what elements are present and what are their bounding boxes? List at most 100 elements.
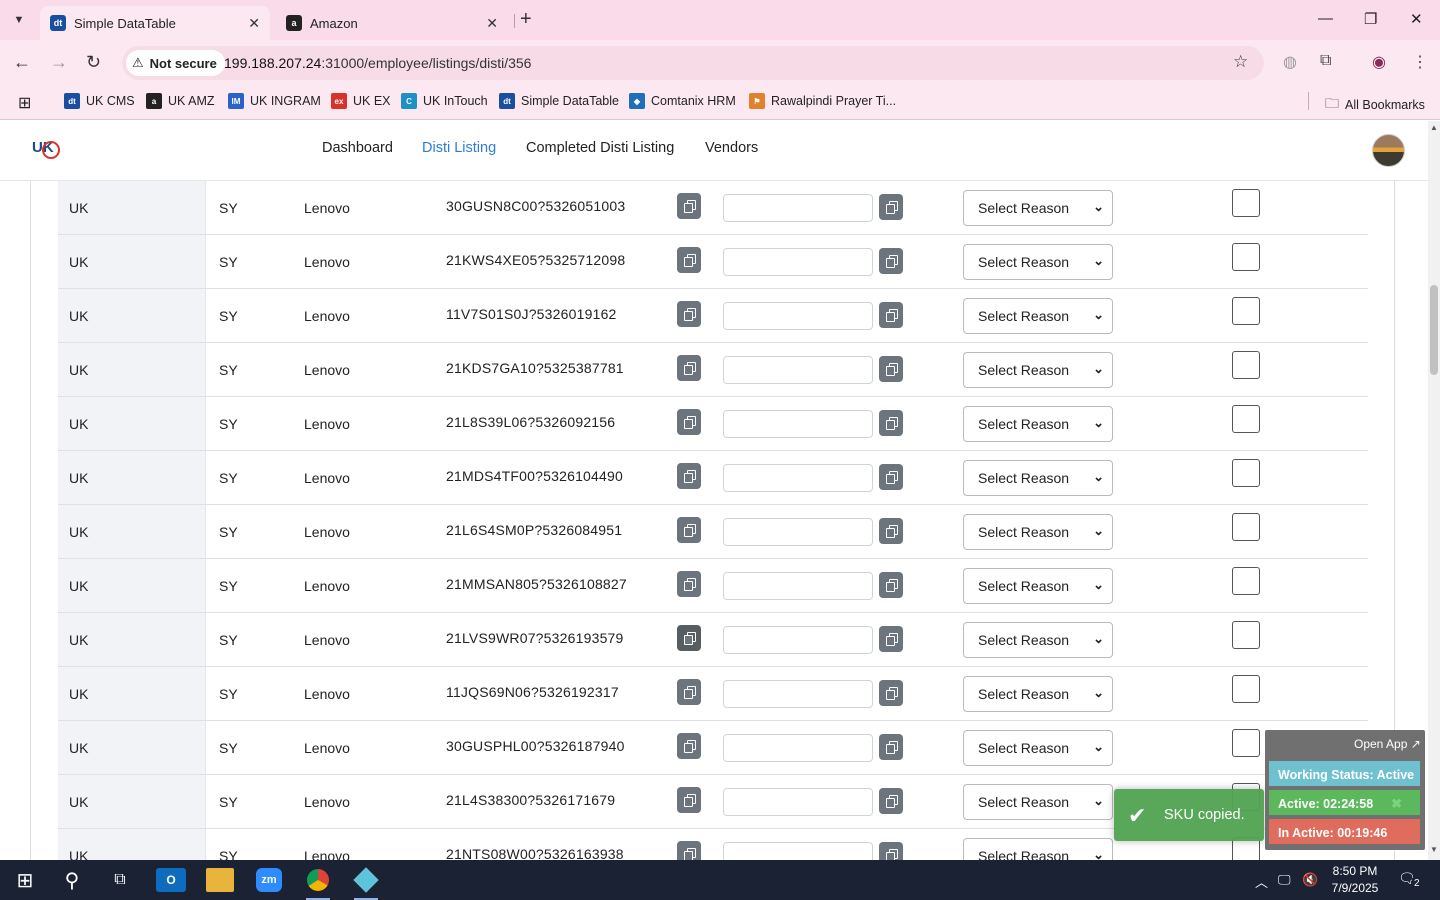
select-reason-dropdown[interactable]: Select Reason ⌄ (963, 460, 1113, 496)
scroll-down-arrow-icon[interactable]: ▼ (1430, 845, 1438, 854)
value-input[interactable] (723, 302, 873, 330)
copy-sku-button[interactable] (677, 841, 701, 860)
value-input[interactable] (723, 680, 873, 708)
scroll-up-arrow-icon[interactable]: ▲ (1430, 123, 1438, 132)
row-checkbox[interactable] (1232, 243, 1260, 271)
value-input[interactable] (723, 356, 873, 384)
chrome-icon[interactable] (304, 868, 332, 900)
value-input[interactable] (723, 518, 873, 546)
minimize-icon[interactable]: — (1318, 10, 1333, 27)
system-clock[interactable]: 8:50 PM 7/9/2025 (1320, 863, 1390, 897)
reload-icon[interactable]: ↻ (86, 52, 101, 73)
bookmark-uk-ex[interactable]: ex UK EX (331, 93, 391, 109)
url-text[interactable]: 199.188.207.24:31000/employee/listings/d… (224, 55, 531, 71)
network-icon[interactable]: 🖵 (1278, 872, 1291, 888)
copy-value-button[interactable] (879, 518, 903, 544)
copy-sku-button[interactable] (677, 625, 701, 651)
value-input[interactable] (723, 734, 873, 762)
select-reason-dropdown[interactable]: Select Reason ⌄ (963, 190, 1113, 226)
value-input[interactable] (723, 626, 873, 654)
copy-sku-button[interactable] (677, 409, 701, 435)
copy-sku-button[interactable] (677, 355, 701, 381)
tab-amazon[interactable]: a Amazon ✕ (276, 6, 508, 40)
volume-muted-icon[interactable]: 🔇 (1302, 872, 1318, 888)
copy-value-button[interactable] (879, 302, 903, 328)
task-view-icon[interactable]: ⧉ (106, 868, 134, 892)
select-reason-dropdown[interactable]: Select Reason ⌄ (963, 298, 1113, 334)
menu-kebab-icon[interactable]: ⋮ (1412, 52, 1428, 72)
select-reason-dropdown[interactable]: Select Reason ⌄ (963, 568, 1113, 604)
copy-value-button[interactable] (879, 626, 903, 652)
select-reason-dropdown[interactable]: Select Reason ⌄ (963, 352, 1113, 388)
all-bookmarks[interactable]: 🗀 All Bookmarks (1325, 93, 1425, 117)
row-checkbox[interactable] (1232, 621, 1260, 649)
apps-grid-icon[interactable]: ⊞ (18, 93, 31, 113)
value-input[interactable] (723, 410, 873, 438)
open-app-link[interactable]: Open App ↗ (1354, 737, 1421, 751)
copy-sku-button[interactable] (677, 463, 701, 489)
nav-vendors[interactable]: Vendors (705, 140, 758, 156)
forward-arrow-icon[interactable]: → (50, 52, 68, 73)
nav-dashboard[interactable]: Dashboard (322, 140, 393, 156)
bookmark-uk-ingram[interactable]: IM UK INGRAM (228, 93, 321, 109)
row-checkbox[interactable] (1232, 351, 1260, 379)
app-diamond-icon[interactable] (352, 867, 380, 900)
value-input[interactable] (723, 842, 873, 860)
tab-simple-datatable[interactable]: dt Simple DataTable ✕ (40, 6, 270, 40)
value-input[interactable] (723, 572, 873, 600)
nav-completed-disti-listing[interactable]: Completed Disti Listing (526, 140, 674, 156)
row-checkbox[interactable] (1232, 405, 1260, 433)
value-input[interactable] (723, 194, 873, 222)
page-scrollbar[interactable]: ▲ ▼ (1428, 121, 1440, 860)
copy-sku-button[interactable] (677, 247, 701, 273)
select-reason-dropdown[interactable]: Select Reason ⌄ (963, 784, 1113, 820)
row-checkbox[interactable] (1232, 729, 1260, 757)
close-widget-icon[interactable]: ✖ (1391, 796, 1402, 812)
copy-sku-button[interactable] (677, 679, 701, 705)
sku-copied-toast[interactable]: ✔ SKU copied. (1114, 789, 1264, 841)
row-checkbox[interactable] (1232, 189, 1260, 217)
copy-value-button[interactable] (879, 842, 903, 860)
bookmark-uk-cms[interactable]: dt UK CMS (64, 93, 135, 109)
row-checkbox[interactable] (1232, 297, 1260, 325)
outlook-icon[interactable]: O (156, 868, 186, 892)
value-input[interactable] (723, 248, 873, 276)
row-checkbox[interactable] (1232, 513, 1260, 541)
uk-logo[interactable]: UK (32, 139, 60, 163)
row-checkbox[interactable] (1232, 567, 1260, 595)
copy-sku-button[interactable] (677, 517, 701, 543)
select-reason-dropdown[interactable]: Select Reason ⌄ (963, 622, 1113, 658)
scrollbar-thumb[interactable] (1430, 285, 1438, 375)
copy-value-button[interactable] (879, 194, 903, 220)
close-tab-icon[interactable]: ✕ (486, 15, 498, 32)
row-checkbox[interactable] (1232, 459, 1260, 487)
bookmark-uk-intouch[interactable]: C UK InTouch (401, 93, 488, 109)
copy-sku-button[interactable] (677, 193, 701, 219)
window-close-icon[interactable]: ✕ (1410, 10, 1423, 28)
user-avatar[interactable] (1372, 134, 1405, 167)
select-reason-dropdown[interactable]: Select Reason ⌄ (963, 406, 1113, 442)
extensions-puzzle-icon[interactable]: ⧉ (1320, 52, 1331, 70)
copy-value-button[interactable] (879, 572, 903, 598)
nav-disti-listing[interactable]: Disti Listing (422, 140, 496, 156)
copy-value-button[interactable] (879, 464, 903, 490)
bookmark-prayer-times[interactable]: ⚑ Rawalpindi Prayer Ti... (749, 93, 896, 109)
bookmark-uk-amz[interactable]: a UK AMZ (146, 93, 215, 109)
bookmark-star-icon[interactable]: ☆ (1233, 52, 1248, 72)
select-reason-dropdown[interactable]: Select Reason ⌄ (963, 676, 1113, 712)
windows-start-icon[interactable]: ⊞ (12, 868, 38, 892)
bookmark-simple-datatable[interactable]: dt Simple DataTable (499, 93, 619, 109)
copy-sku-button[interactable] (677, 733, 701, 759)
copy-value-button[interactable] (879, 788, 903, 814)
security-chip[interactable]: ⚠ Not secure (126, 50, 225, 76)
select-reason-dropdown[interactable]: Select Reason ⌄ (963, 730, 1113, 766)
value-input[interactable] (723, 464, 873, 492)
new-tab-plus-icon[interactable]: + (520, 8, 532, 31)
copy-value-button[interactable] (879, 248, 903, 274)
copy-sku-button[interactable] (677, 301, 701, 327)
bookmark-comtanix-hrm[interactable]: ◆ Comtanix HRM (629, 93, 736, 109)
tab-search-chevron-icon[interactable]: ▼ (6, 8, 32, 32)
value-input[interactable] (723, 788, 873, 816)
tray-chevron-up-icon[interactable]: ︿ (1255, 872, 1268, 891)
select-reason-dropdown[interactable]: Select Reason ⌄ (963, 838, 1113, 860)
